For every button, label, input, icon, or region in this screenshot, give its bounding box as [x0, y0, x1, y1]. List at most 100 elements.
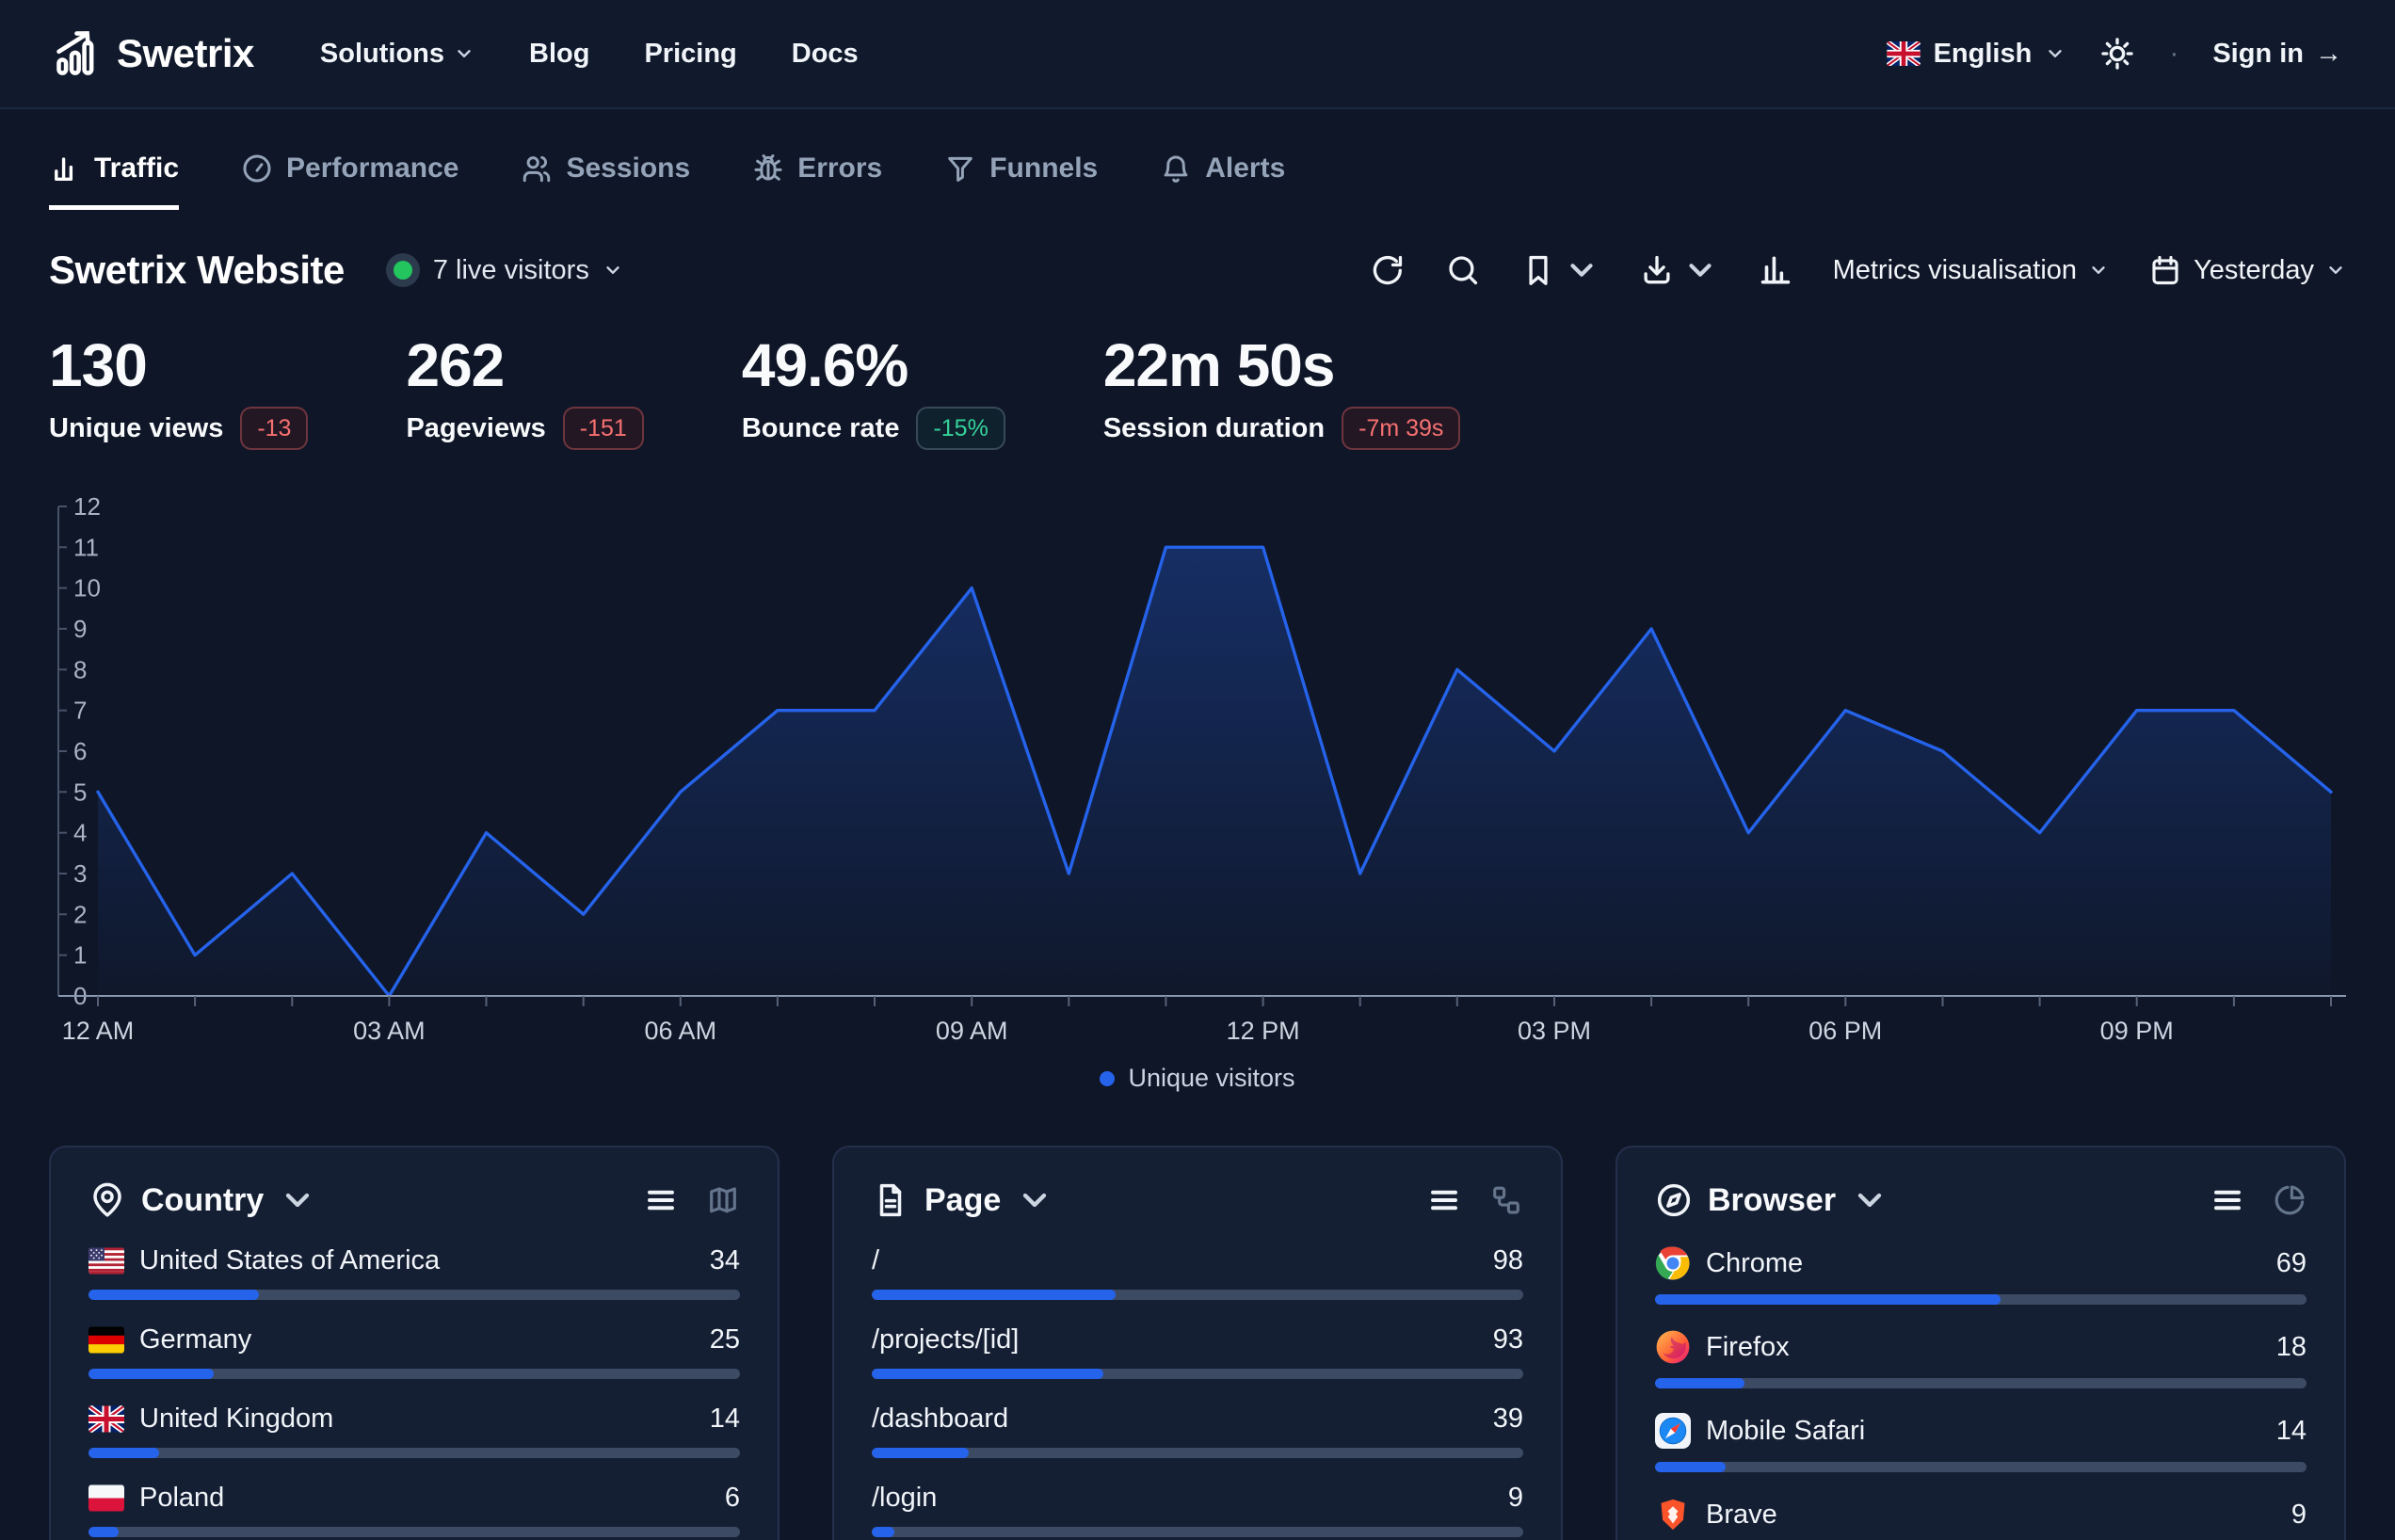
stat-unique-views[interactable]: 130Unique views-13 — [49, 334, 308, 450]
nav-link-label: Blog — [529, 39, 589, 70]
page-title: Swetrix Website — [49, 248, 345, 293]
stat-bounce-rate[interactable]: 49.6%Bounce rate-15% — [742, 334, 1005, 450]
pie-view-button[interactable] — [2273, 1183, 2307, 1217]
list-item-mobile-safari[interactable]: Mobile Safari14 — [1655, 1413, 2307, 1472]
progress-fill — [88, 1290, 259, 1300]
row-value: 39 — [1493, 1404, 1523, 1435]
live-visitors-label: 7 live visitors — [433, 255, 589, 286]
list-item-poland[interactable]: Poland6 — [88, 1483, 740, 1537]
tab-label: Traffic — [94, 152, 179, 184]
progress-fill — [88, 1527, 119, 1537]
nav-link-solutions[interactable]: Solutions — [320, 39, 474, 70]
list-item--projects-id-[interactable]: /projects/[id]93 — [872, 1324, 1523, 1379]
progress-fill — [872, 1527, 894, 1537]
row-value: 9 — [1508, 1483, 1523, 1514]
stat-change-badge: -15% — [916, 407, 1005, 450]
list-item--login[interactable]: /login 9 — [872, 1483, 1523, 1537]
legend-label: Unique visitors — [1128, 1064, 1294, 1093]
nav-link-label: Docs — [792, 39, 859, 70]
language-label: English — [1934, 39, 2033, 70]
search-button[interactable] — [1445, 252, 1481, 288]
tab-performance[interactable]: Performance — [241, 152, 458, 210]
row-label: /login — [872, 1483, 937, 1514]
row-label: United States of America — [139, 1245, 440, 1276]
compass-icon — [1655, 1181, 1693, 1219]
progress-fill — [872, 1448, 969, 1458]
sitemap-view-button[interactable] — [1489, 1183, 1523, 1217]
list-item-united-states-of-america[interactable]: United States of America 34 — [88, 1245, 740, 1300]
nav-link-docs[interactable]: Docs — [792, 39, 859, 70]
list-item--[interactable]: /98 — [872, 1245, 1523, 1300]
progress-track — [872, 1527, 1523, 1537]
stat-label: Unique views — [49, 413, 223, 444]
tab-label: Funnels — [989, 152, 1098, 184]
progress-fill — [88, 1369, 214, 1379]
stat-session-duration[interactable]: 22m 50sSession duration-7m 39s — [1103, 334, 1461, 450]
chevron-down-icon — [454, 43, 474, 64]
progress-track — [88, 1290, 740, 1300]
svg-text:1: 1 — [73, 941, 87, 970]
bookmark-button[interactable] — [1520, 252, 1599, 288]
row-label: /dashboard — [872, 1404, 1008, 1435]
theme-toggle-sun-icon[interactable] — [2099, 36, 2135, 72]
list-item-germany[interactable]: Germany25 — [88, 1324, 740, 1379]
live-visitors-toggle[interactable]: 7 live visitors — [386, 253, 623, 287]
map-pin-icon — [88, 1181, 126, 1219]
stat-pageviews[interactable]: 262Pageviews-151 — [406, 334, 643, 450]
summary-stats: 130Unique views-13 262Pageviews-151 49.6%B… — [49, 334, 2346, 450]
chevron-down-icon — [603, 260, 623, 281]
row-value: 18 — [2276, 1332, 2307, 1363]
svg-text:5: 5 — [73, 778, 87, 806]
svg-text:09 PM: 09 PM — [2100, 1017, 2174, 1045]
nav-link-blog[interactable]: Blog — [529, 39, 589, 70]
live-dot — [394, 261, 412, 280]
progress-track — [88, 1369, 740, 1379]
panel-actions — [644, 1183, 740, 1217]
progress-fill — [1655, 1462, 1726, 1472]
list-view-button[interactable] — [1427, 1183, 1461, 1217]
map-view-button[interactable] — [706, 1183, 740, 1217]
panel-page-dropdown[interactable]: Page — [872, 1181, 1053, 1219]
metrics-visualisation-dropdown[interactable]: Metrics visualisation — [1833, 255, 2109, 286]
tab-alerts[interactable]: Alerts — [1160, 152, 1285, 210]
row-value: 34 — [710, 1245, 740, 1276]
progress-track — [872, 1290, 1523, 1300]
list-view-button[interactable] — [2210, 1183, 2244, 1217]
panel-actions — [2210, 1183, 2307, 1217]
download-button[interactable] — [1639, 252, 1718, 288]
row-value: 69 — [2276, 1248, 2307, 1279]
panel-page: Page/98/projects/[id]93/dashboard 39/logi… — [832, 1146, 1563, 1540]
tab-errors[interactable]: Errors — [752, 152, 882, 210]
chart-legend[interactable]: Unique visitors — [49, 1064, 2346, 1093]
list-item-brave[interactable]: Brave9 — [1655, 1497, 2307, 1540]
tab-label: Performance — [286, 152, 458, 184]
panel-country-dropdown[interactable]: Country — [88, 1181, 316, 1219]
list-item-united-kingdom[interactable]: United Kingdom14 — [88, 1404, 740, 1458]
sign-in-button[interactable]: Sign in → — [2212, 39, 2342, 70]
uk-flag-icon — [1887, 41, 1921, 66]
date-range-picker[interactable]: Yesterday — [2148, 253, 2346, 287]
list-item-firefox[interactable]: Firefox18 — [1655, 1329, 2307, 1388]
chevron-down-icon — [279, 1181, 316, 1219]
language-selector[interactable]: English — [1887, 39, 2066, 70]
progress-track — [1655, 1378, 2307, 1388]
panel-browser-dropdown[interactable]: Browser — [1655, 1181, 1889, 1219]
bar-chart-button[interactable] — [1758, 252, 1793, 288]
list-item--dashboard[interactable]: /dashboard 39 — [872, 1404, 1523, 1458]
navbar: Swetrix Solutions Blog Pricing Docs English… — [0, 0, 2395, 109]
tab-funnels[interactable]: Funnels — [944, 152, 1098, 210]
stat-change-badge: -7m 39s — [1342, 407, 1460, 450]
brand-logo[interactable]: Swetrix — [53, 29, 254, 78]
nav-link-pricing[interactable]: Pricing — [644, 39, 736, 70]
svg-text:9: 9 — [73, 615, 87, 643]
tab-traffic[interactable]: Traffic — [49, 152, 179, 210]
live-indicator — [386, 253, 420, 287]
list-view-button[interactable] — [644, 1183, 678, 1217]
bell-icon — [1160, 152, 1192, 184]
refresh-button[interactable] — [1370, 252, 1406, 288]
swetrix-logo-icon — [53, 29, 102, 78]
row-label: United Kingdom — [139, 1404, 333, 1435]
tab-sessions[interactable]: Sessions — [521, 152, 690, 210]
list-item-chrome[interactable]: Chrome69 — [1655, 1245, 2307, 1305]
progress-track — [872, 1369, 1523, 1379]
